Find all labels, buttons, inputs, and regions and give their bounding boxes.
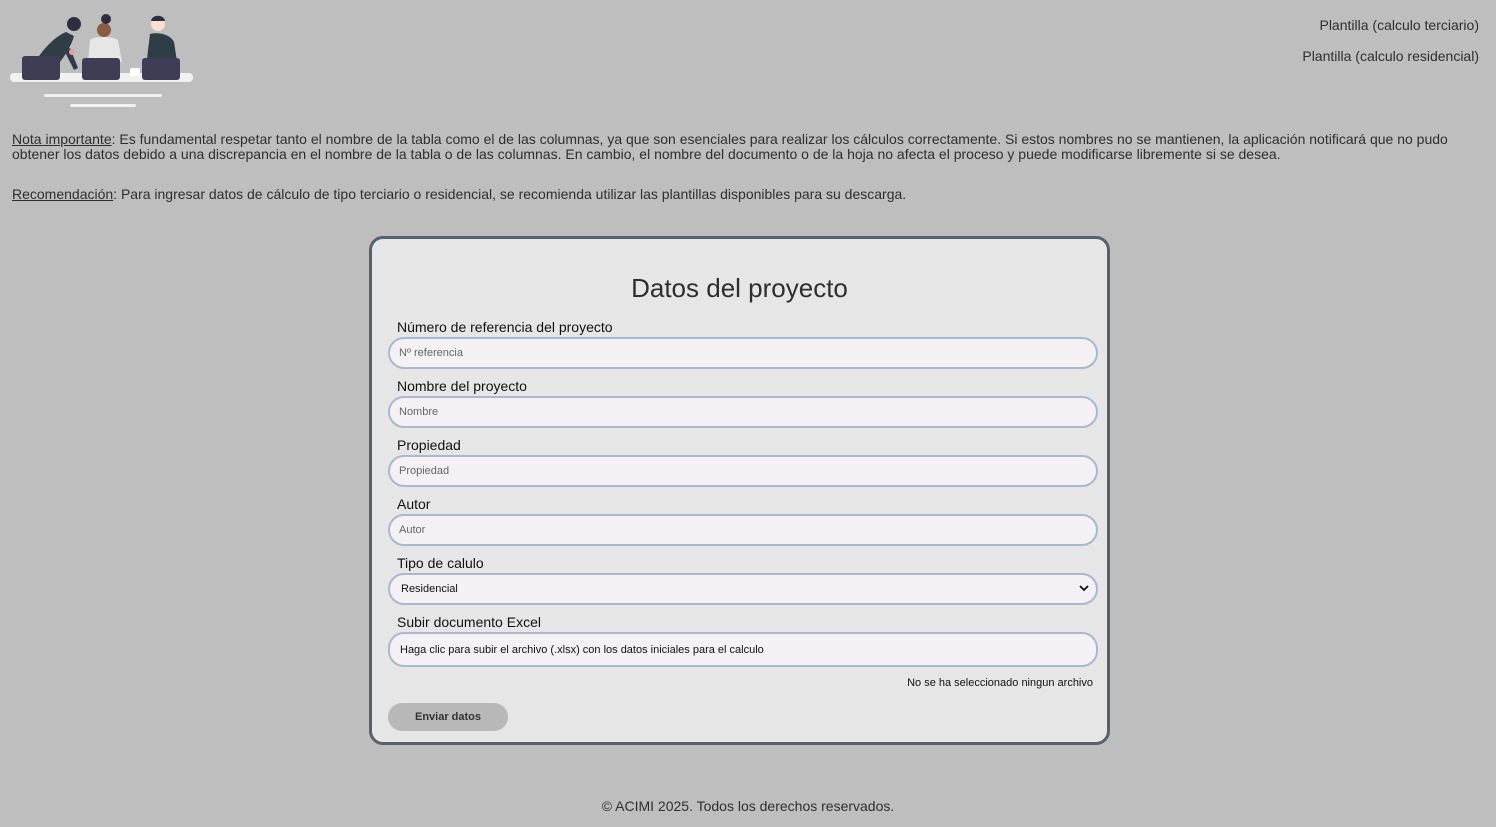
project-name-input[interactable] [388,396,1098,428]
recommendation-label: Recomendación [12,186,114,202]
important-note-label: Nota importante [12,131,112,147]
residential-template-link[interactable]: Plantilla (calculo residencial) [1302,48,1479,64]
submit-button[interactable]: Enviar datos [388,703,508,731]
excel-upload-field[interactable]: Haga clic para subir el archivo (.xlsx) … [388,632,1098,667]
reference-input[interactable] [388,337,1098,369]
terciary-template-link[interactable]: Plantilla (calculo terciario) [1302,17,1479,33]
team-illustration-logo [10,14,193,107]
page: Plantilla (calculo terciario) Plantilla … [0,0,1496,827]
calc-type-label: Tipo de calulo [397,555,484,571]
upload-label: Subir documento Excel [397,614,541,630]
property-input[interactable] [388,455,1098,487]
project-name-label: Nombre del proyecto [397,378,527,394]
footer-copyright: © ACIMI 2025. Todos los derechos reserva… [601,798,895,814]
property-label: Propiedad [397,437,461,453]
upload-status: No se ha seleccionado ningun archivo [907,677,1093,689]
template-links: Plantilla (calculo terciario) Plantilla … [1302,17,1479,79]
upload-prompt: Haga clic para subir el archivo (.xlsx) … [400,644,764,656]
calc-type-selected-value: Residencial [401,583,458,595]
calc-type-select[interactable]: Residencial [388,573,1098,605]
form-title: Datos del proyecto [631,273,848,303]
reference-label: Número de referencia del proyecto [397,319,613,335]
important-note-text: : Es fundamental respetar tanto el nombr… [12,131,1448,162]
recommendation-note: Recomendación: Para ingresar datos de cá… [12,187,1482,202]
project-form-card: Datos del proyecto Número de referencia … [369,236,1110,745]
notes-section: Nota importante: Es fundamental respetar… [12,132,1482,202]
important-note: Nota importante: Es fundamental respetar… [12,132,1482,162]
author-input[interactable] [388,514,1098,546]
author-label: Autor [397,496,431,512]
recommendation-text: : Para ingresar datos de cálculo de tipo… [113,186,907,202]
chevron-down-icon [1079,585,1089,592]
